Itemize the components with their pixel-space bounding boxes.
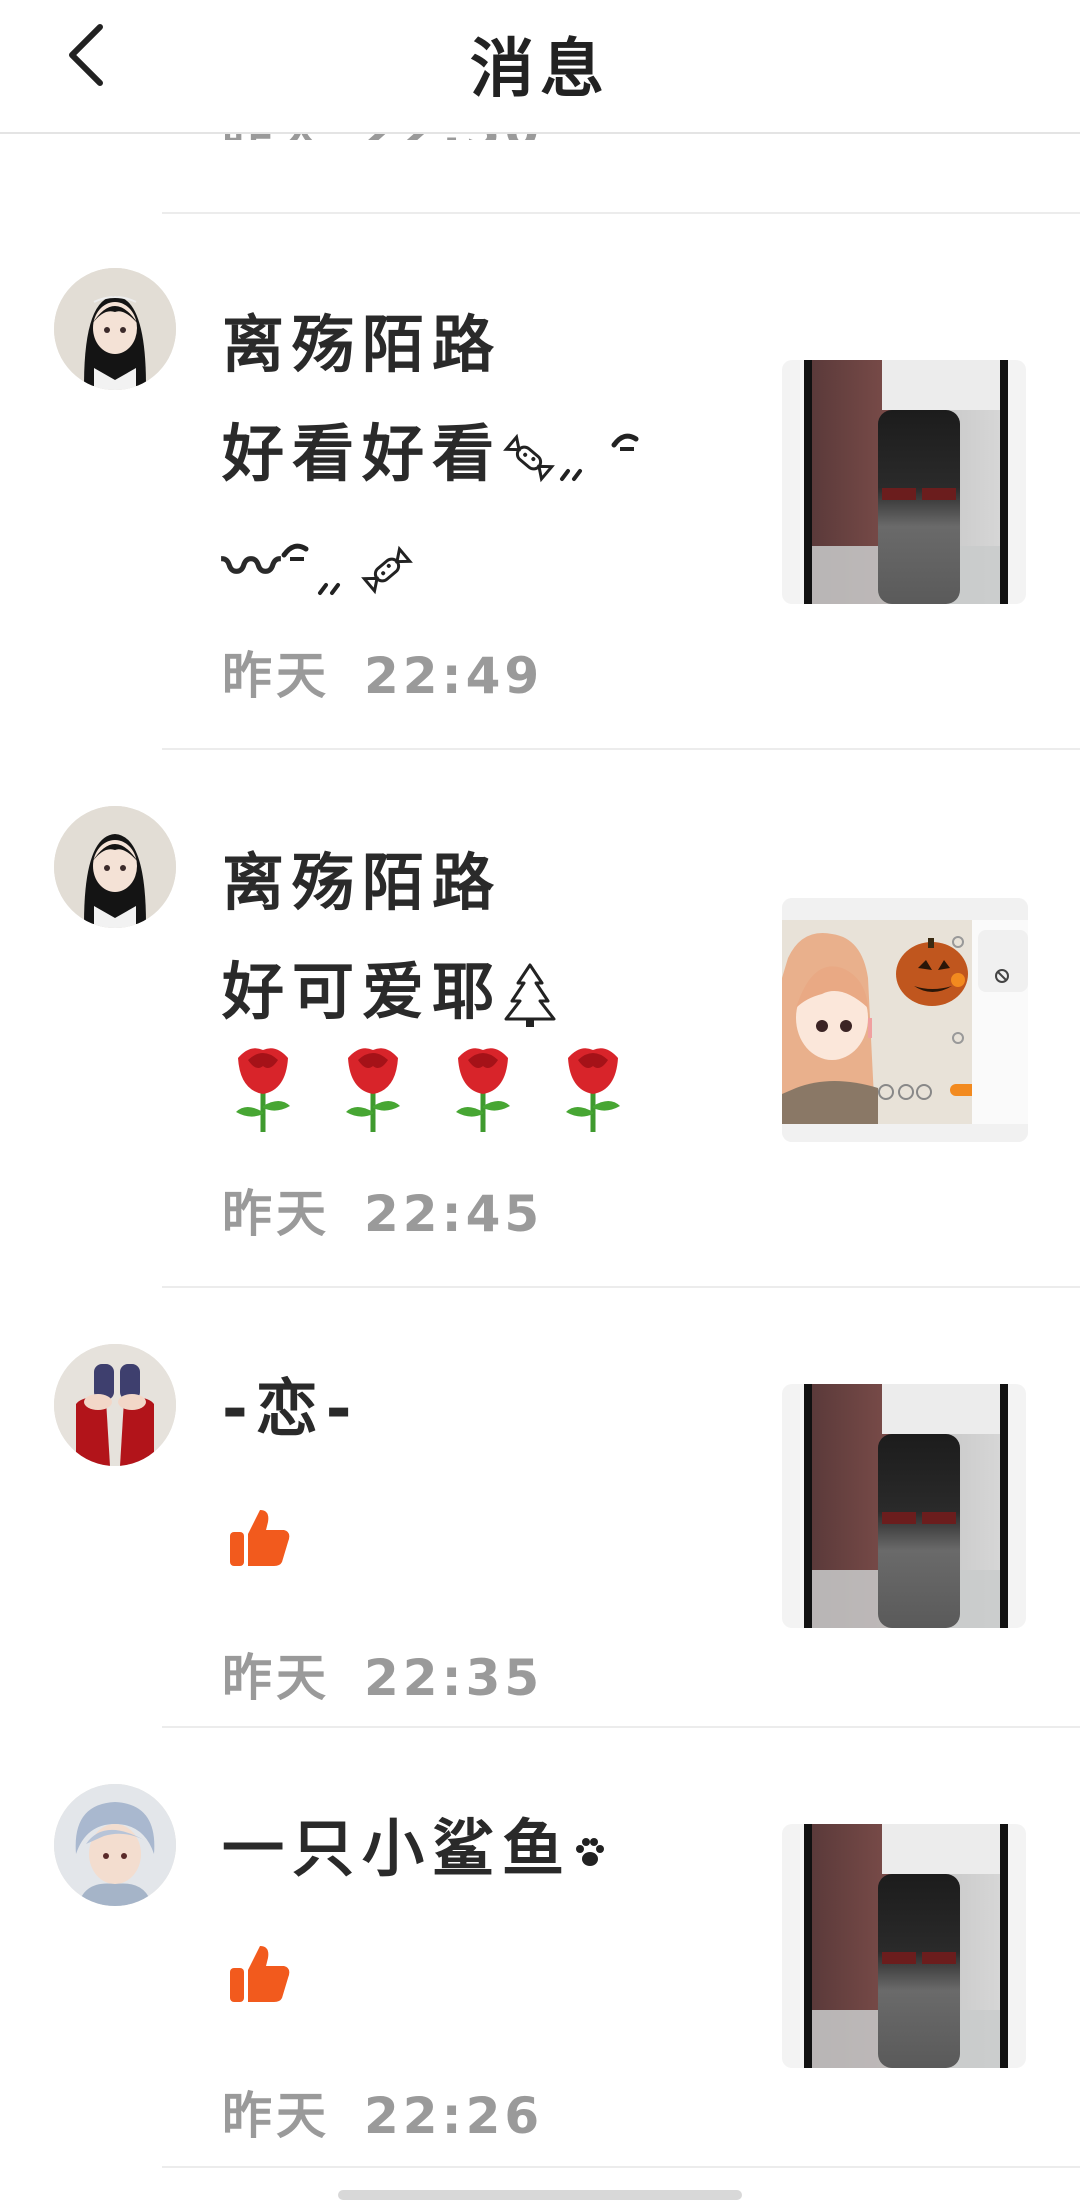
avatar[interactable] <box>54 268 176 390</box>
timestamp-day: 昨天 <box>222 1185 330 1243</box>
username[interactable]: 离殇陌路 <box>222 832 502 922</box>
rose-emoji <box>566 1048 620 1132</box>
avatar[interactable] <box>54 1784 176 1906</box>
comment-text-content: 好看好看 <box>222 417 503 490</box>
avatar[interactable] <box>54 806 176 928</box>
username[interactable]: 一只小鲨鱼 <box>222 1798 608 1888</box>
rose-emoji <box>236 1048 290 1132</box>
post-thumbnail[interactable] <box>782 1384 1026 1628</box>
timestamp: 昨天 22:35 <box>222 1638 543 1710</box>
notification-row[interactable]: 一只小鲨鱼 昨天 22:26 <box>0 1728 1080 2166</box>
username[interactable]: 离殇陌路 <box>222 294 502 384</box>
notification-row[interactable]: -恋- 昨天 22:35 <box>0 1288 1080 1726</box>
header: 消息 <box>0 0 1080 134</box>
post-thumbnail[interactable] <box>782 898 1028 1142</box>
comment-text-content: 好可爱耶 <box>222 955 503 1028</box>
timestamp-time: 22:26 <box>364 2087 544 2145</box>
timestamp-time: 22:35 <box>364 1649 544 1707</box>
thumbs-up-icon <box>230 1946 290 2002</box>
rose-emoji-row <box>226 1040 666 1136</box>
rose-emoji <box>346 1048 400 1132</box>
kaomoji-decoration-icon <box>560 433 639 481</box>
comment-text: 好可爱耶 <box>222 936 742 1048</box>
notification-row[interactable]: 离殇陌路 好看好看〰 昨天 22:49 <box>0 212 1080 748</box>
avatar[interactable] <box>54 1344 176 1466</box>
page-title: 消息 <box>470 33 610 107</box>
comment-text: 好看好看〰 <box>222 398 742 623</box>
divider <box>162 2166 1080 2168</box>
timestamp: 昨天 22:45 <box>222 1174 543 1246</box>
thumbs-up-icon <box>230 1510 290 1566</box>
kaomoji-decoration-icon <box>281 543 341 595</box>
wave-decoration: 〰 <box>222 533 281 601</box>
username[interactable]: -恋- <box>222 1358 359 1448</box>
timestamp: 昨天 22:49 <box>222 636 543 708</box>
notification-row[interactable]: 离殇陌路 好可爱耶 昨天 22:45 <box>0 750 1080 1286</box>
candy-emoji-icon <box>503 433 555 483</box>
timestamp-day: 昨天 <box>222 1649 330 1707</box>
christmas-tree-icon <box>504 963 556 1027</box>
timestamp: 昨天 22:26 <box>222 2076 543 2148</box>
post-thumbnail[interactable] <box>782 360 1026 604</box>
post-thumbnail[interactable] <box>782 1824 1026 2068</box>
timestamp-day: 昨天 <box>222 2087 330 2145</box>
timestamp-day: 昨天 <box>222 647 330 705</box>
timestamp-time: 22:49 <box>364 647 544 705</box>
username-text: 一只小鲨鱼 <box>222 1812 573 1885</box>
rose-emoji <box>456 1048 510 1132</box>
timestamp-time: 22:45 <box>364 1185 544 1243</box>
candy-emoji-icon <box>361 545 413 595</box>
paw-icon <box>576 1837 605 1866</box>
home-indicator[interactable] <box>338 2190 742 2200</box>
